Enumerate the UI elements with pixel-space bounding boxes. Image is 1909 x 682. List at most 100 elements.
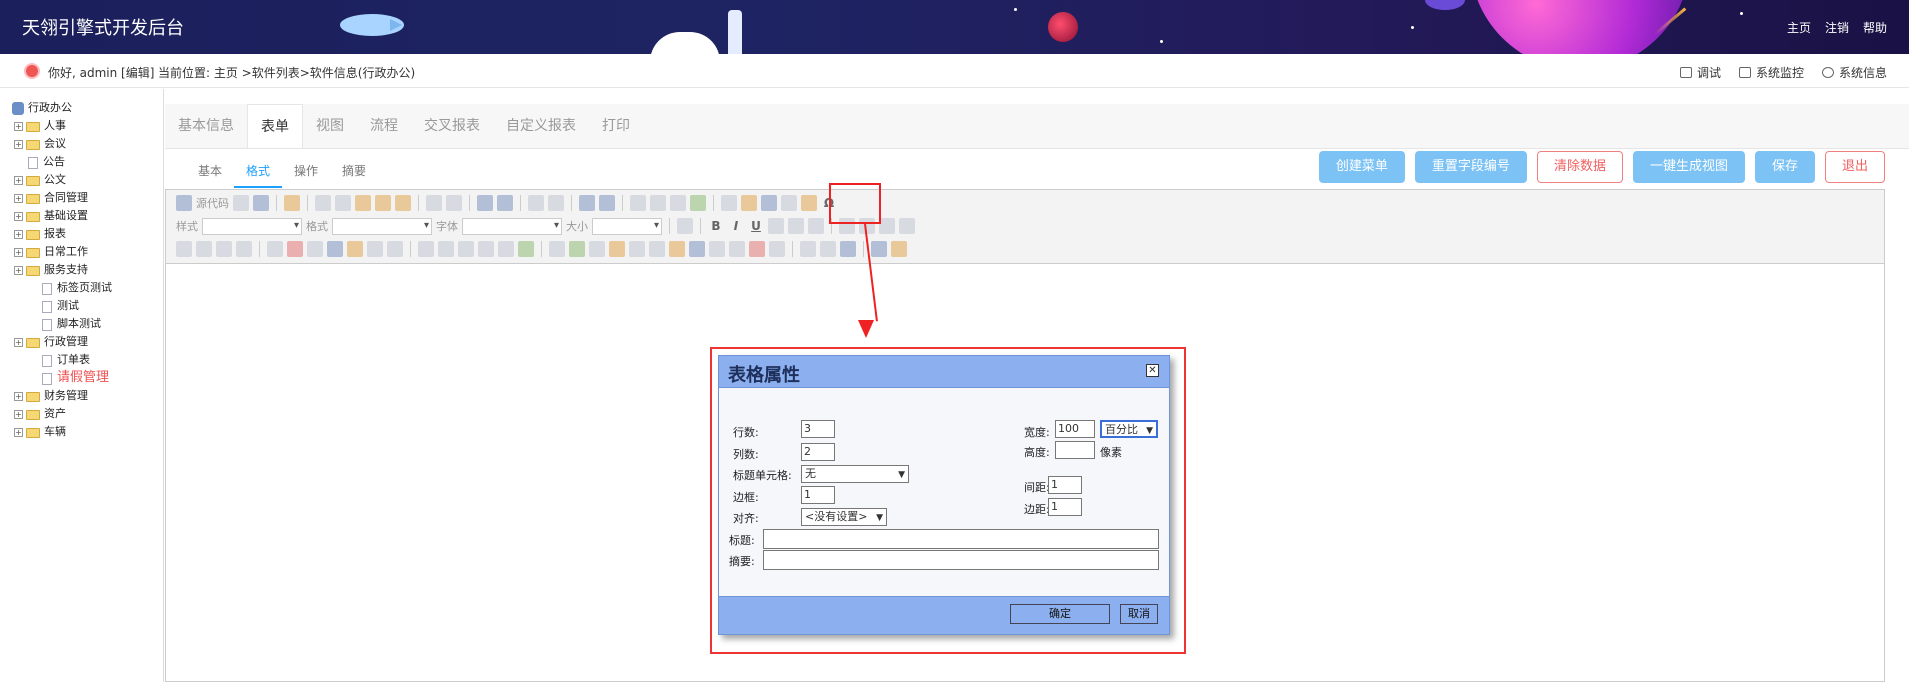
flash-icon[interactable] — [741, 195, 757, 211]
radio-field-icon[interactable] — [196, 241, 212, 257]
align-select[interactable]: <没有设置> — [801, 508, 887, 526]
numbered-list-icon[interactable] — [579, 195, 595, 211]
button-field-icon[interactable] — [418, 241, 434, 257]
reset-field-number-button[interactable]: 重置字段编号 — [1414, 151, 1527, 183]
cancel-button[interactable]: 取消 — [1120, 604, 1158, 624]
expand-icon[interactable]: + — [14, 176, 23, 185]
image-field-icon[interactable] — [498, 241, 514, 257]
tab-custom-report[interactable]: 自定义报表 — [493, 104, 589, 148]
include-field-icon[interactable] — [438, 241, 454, 257]
expand-icon[interactable]: + — [14, 122, 23, 131]
find-icon[interactable] — [477, 195, 493, 211]
tree-item-selected[interactable]: 请假管理 — [12, 369, 163, 387]
tab-print[interactable]: 打印 — [589, 104, 643, 148]
debug-button[interactable]: 调试 — [1679, 64, 1721, 81]
tree-root[interactable]: 行政办公 — [12, 99, 163, 117]
textarea-icon[interactable] — [236, 241, 252, 257]
map-field-icon[interactable] — [589, 241, 605, 257]
caption-input[interactable] — [763, 529, 1159, 549]
link-help[interactable]: 帮助 — [1863, 19, 1887, 36]
textfield-icon[interactable] — [216, 241, 232, 257]
create-menu-button[interactable]: 创建菜单 — [1318, 151, 1405, 183]
italic-icon[interactable]: I — [728, 219, 744, 233]
refresh-field-icon[interactable] — [729, 241, 745, 257]
list-field-icon[interactable] — [307, 241, 323, 257]
width-unit-select[interactable]: 百分比 — [1100, 420, 1158, 439]
qrcode-field-icon[interactable] — [649, 241, 665, 257]
summary-input[interactable] — [763, 550, 1159, 570]
expand-icon[interactable]: + — [14, 338, 23, 347]
tree-item[interactable]: + 行政管理 — [12, 333, 163, 351]
tree-item[interactable]: + 人事 — [12, 117, 163, 135]
width-input[interactable]: 100 — [1055, 420, 1095, 438]
text-color-icon[interactable] — [871, 241, 887, 257]
tree-item[interactable]: + 财务管理 — [12, 387, 163, 405]
spellcheck-icon[interactable] — [891, 241, 907, 257]
attachment-field-icon[interactable] — [478, 241, 494, 257]
align-justify-icon[interactable] — [899, 218, 915, 234]
style-select[interactable] — [202, 217, 302, 235]
expand-icon[interactable]: + — [14, 140, 23, 149]
image-icon[interactable] — [721, 195, 737, 211]
maximize-icon[interactable] — [677, 218, 693, 234]
source-icon[interactable] — [176, 195, 192, 211]
size-select[interactable] — [592, 217, 662, 235]
tab-field-icon[interactable] — [458, 241, 474, 257]
rows-input[interactable]: 3 — [801, 420, 835, 438]
preview-icon[interactable] — [253, 195, 269, 211]
tree-item[interactable]: + 日常工作 — [12, 243, 163, 261]
pen-field-icon[interactable] — [549, 241, 565, 257]
tab-form[interactable]: 表单 — [247, 104, 303, 148]
link-home[interactable]: 主页 — [1787, 19, 1811, 36]
file-field-icon[interactable] — [769, 241, 785, 257]
tab-crosstab-report[interactable]: 交叉报表 — [411, 104, 493, 148]
tree-item[interactable]: 公告 — [12, 153, 163, 171]
ok-button[interactable]: 确定 — [1010, 604, 1110, 624]
spacing-input[interactable]: 1 — [1048, 476, 1082, 494]
tree-item[interactable]: + 基础设置 — [12, 207, 163, 225]
expand-icon[interactable]: + — [14, 248, 23, 257]
div-container-icon[interactable] — [690, 195, 706, 211]
system-monitor-button[interactable]: 系统监控 — [1738, 64, 1804, 81]
expand-icon[interactable]: + — [14, 212, 23, 221]
generate-view-button[interactable]: 一键生成视图 — [1632, 151, 1745, 183]
cut-icon[interactable] — [315, 195, 331, 211]
date-field-icon[interactable] — [287, 241, 303, 257]
table-icon[interactable] — [761, 195, 777, 211]
tree-item[interactable]: + 车辆 — [12, 423, 163, 441]
strike-icon[interactable] — [768, 218, 784, 234]
system-info-button[interactable]: 系统信息 — [1821, 64, 1887, 81]
mic-field-icon[interactable] — [629, 241, 645, 257]
expand-icon[interactable]: + — [14, 392, 23, 401]
user-field-icon[interactable] — [347, 241, 363, 257]
cols-input[interactable]: 2 — [801, 443, 835, 461]
view-field-icon[interactable] — [387, 241, 403, 257]
redo-icon[interactable] — [446, 195, 462, 211]
indent-icon[interactable] — [650, 195, 666, 211]
font-select[interactable] — [462, 217, 562, 235]
tab-flow[interactable]: 流程 — [357, 104, 411, 148]
superscript-icon[interactable] — [808, 218, 824, 234]
tree-item[interactable]: 订单表 — [12, 351, 163, 369]
select-all-icon[interactable] — [528, 195, 544, 211]
subscript-icon[interactable] — [788, 218, 804, 234]
link-icon[interactable] — [800, 241, 816, 257]
horizontal-rule-icon[interactable] — [781, 195, 797, 211]
paste-icon[interactable] — [355, 195, 371, 211]
expand-icon[interactable]: + — [14, 194, 23, 203]
blockquote-icon[interactable] — [670, 195, 686, 211]
clear-data-button[interactable]: 清除数据 — [1536, 151, 1623, 183]
checkbox-field-icon[interactable] — [176, 241, 192, 257]
suggest-field-icon[interactable] — [609, 241, 625, 257]
expand-icon[interactable]: + — [14, 266, 23, 275]
expand-icon[interactable]: + — [14, 428, 23, 437]
tree-item[interactable]: 测试 — [12, 297, 163, 315]
department-field-icon[interactable] — [327, 241, 343, 257]
align-right-icon[interactable] — [879, 218, 895, 234]
bold-icon[interactable]: B — [708, 219, 724, 233]
save-doc-icon[interactable] — [233, 195, 249, 211]
replace-icon[interactable] — [497, 195, 513, 211]
paste-word-icon[interactable] — [395, 195, 411, 211]
tree-field-icon[interactable] — [367, 241, 383, 257]
header-cell-select[interactable]: 无 — [801, 465, 909, 483]
